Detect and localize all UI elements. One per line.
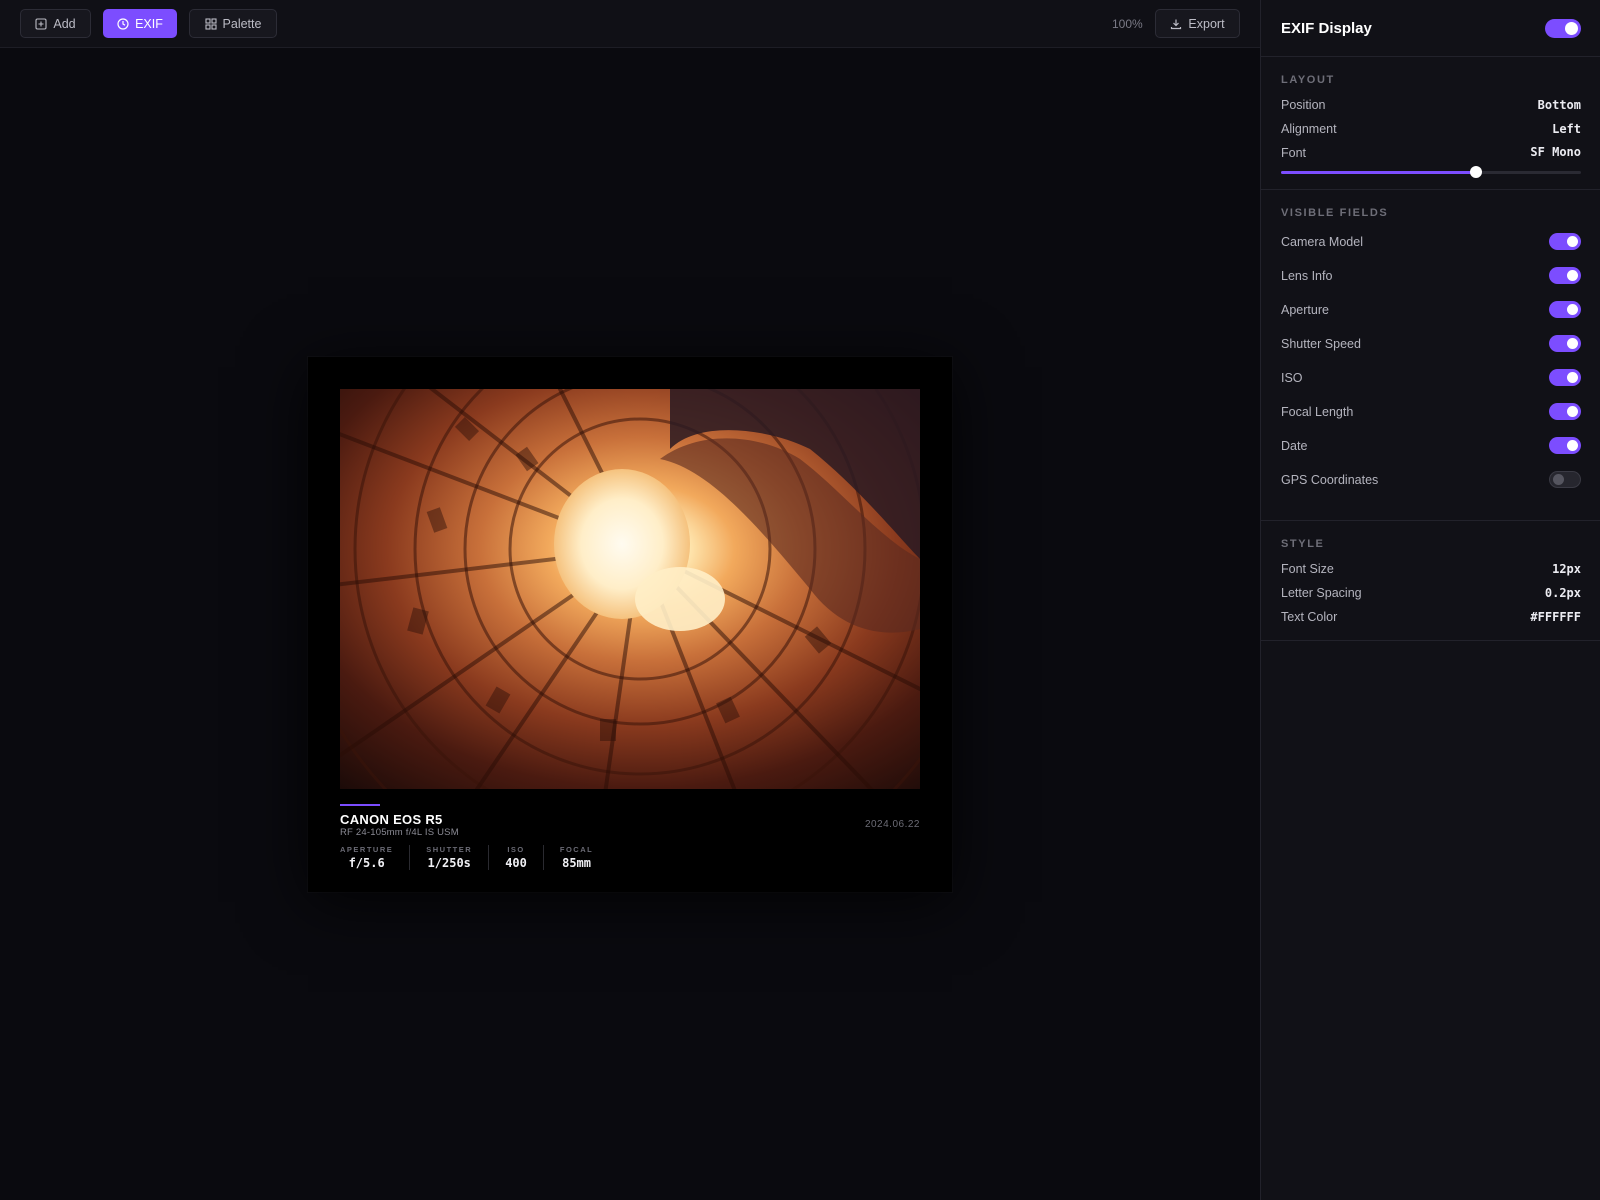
field-row: ISO [1261,368,1600,388]
add-button-label: Add [53,16,76,31]
field-label: Date [1281,439,1308,453]
camera-model: CANON EOS R5 [340,812,443,827]
exif-button[interactable]: EXIF [103,9,177,38]
lens-info: RF 24-105mm f/4L IS USM [340,827,459,838]
panel-header: EXIF Display [1261,0,1600,57]
stat-label: SHUTTER [426,845,473,854]
visible-fields-section: VISIBLE FIELDS Camera Model Lens Info Aper… [1261,190,1600,521]
exif-button-label: EXIF [135,16,163,31]
alignment-label: Alignment [1281,122,1337,136]
field-label: Aperture [1281,303,1329,317]
layout-section: LAYOUT Position Bottom Alignment Left Fo… [1261,57,1600,190]
font-slider[interactable] [1281,166,1581,178]
text-color-value[interactable]: #FFFFFF [1530,610,1581,624]
download-icon [1171,19,1182,29]
slider-thumb[interactable] [1470,166,1482,178]
field-row: Camera Model [1261,232,1600,252]
field-label: Lens Info [1281,269,1333,283]
field-label: ISO [1281,371,1303,385]
courtyard-photo [340,389,920,789]
export-button-label: Export [1188,16,1225,31]
stat-iso: ISO 400 [489,845,544,870]
position-value[interactable]: Bottom [1538,98,1581,112]
field-row: Lens Info [1261,266,1600,286]
slider-fill [1281,171,1476,174]
field-toggle[interactable] [1549,335,1581,352]
exif-settings-panel: EXIF Display LAYOUT Position Bottom Alig… [1260,0,1600,1200]
exif-accent-bar [340,804,380,806]
font-label: Font [1281,146,1307,160]
zoom-level: 100% [1112,17,1143,31]
text-color-label: Text Color [1281,610,1338,624]
grid-icon [204,17,217,30]
exif-display-toggle[interactable] [1545,19,1581,38]
top-toolbar: Add EXIF Palette 100% Export [0,0,1260,48]
field-label: Shutter Speed [1281,337,1361,351]
field-label: GPS Coordinates [1281,473,1379,487]
stat-focal: FOCAL 85mm [544,845,609,870]
position-label: Position [1281,98,1326,112]
field-row: Focal Length [1261,402,1600,422]
field-toggle[interactable] [1549,301,1581,318]
stat-label: ISO [507,845,525,854]
add-button[interactable]: Add [20,9,91,38]
stat-label: FOCAL [559,845,594,854]
photo-date: 2024.06.22 [864,819,920,830]
app-window: Add EXIF Palette 100% Export CANON EOS R… [0,0,1600,1200]
font-value[interactable]: SF Mono [1530,145,1581,159]
letter-spacing-value[interactable]: 0.2px [1545,586,1581,600]
field-row: GPS Coordinates [1261,470,1600,490]
photo-frame[interactable]: CANON EOS R5 RF 24-105mm f/4L IS USM 202… [308,357,952,892]
plus-square-icon [35,17,47,30]
field-toggle[interactable] [1549,437,1581,454]
stat-value: 1/250s [427,856,471,870]
alignment-value[interactable]: Left [1552,122,1581,136]
field-toggle[interactable] [1549,267,1581,284]
field-row: Aperture [1261,300,1600,320]
photo-image [340,389,920,789]
font-size-value[interactable]: 12px [1552,562,1581,576]
field-toggle[interactable] [1549,471,1581,488]
exif-stats: APERTURE f/5.6 SHUTTER 1/250s ISO 400 FO… [340,845,609,870]
field-toggle[interactable] [1549,369,1581,386]
letter-spacing-label: Letter Spacing [1281,586,1362,600]
field-toggle[interactable] [1549,233,1581,250]
visible-fields-title: VISIBLE FIELDS [1281,207,1389,219]
field-label: Focal Length [1281,405,1354,419]
field-row: Date [1261,436,1600,456]
palette-button[interactable]: Palette [189,9,277,38]
style-section-title: STYLE [1281,538,1325,550]
stat-label: APERTURE [340,845,394,854]
stat-value: f/5.6 [348,856,385,870]
canvas-area: CANON EOS R5 RF 24-105mm f/4L IS USM 202… [0,48,1260,1200]
layout-section-title: LAYOUT [1281,74,1335,86]
stat-value: 85mm [562,856,591,870]
palette-button-label: Palette [222,16,262,31]
field-row: Shutter Speed [1261,334,1600,354]
stat-shutter: SHUTTER 1/250s [410,845,490,870]
clock-icon [117,17,129,30]
font-size-label: Font Size [1281,562,1334,576]
field-label: Camera Model [1281,235,1363,249]
export-button[interactable]: Export [1155,9,1240,38]
field-toggle[interactable] [1549,403,1581,420]
style-section: STYLE Font Size 12px Letter Spacing 0.2p… [1261,521,1600,641]
panel-title: EXIF Display [1281,20,1372,37]
stat-value: 400 [505,856,527,870]
stat-aperture: APERTURE f/5.6 [340,845,411,870]
